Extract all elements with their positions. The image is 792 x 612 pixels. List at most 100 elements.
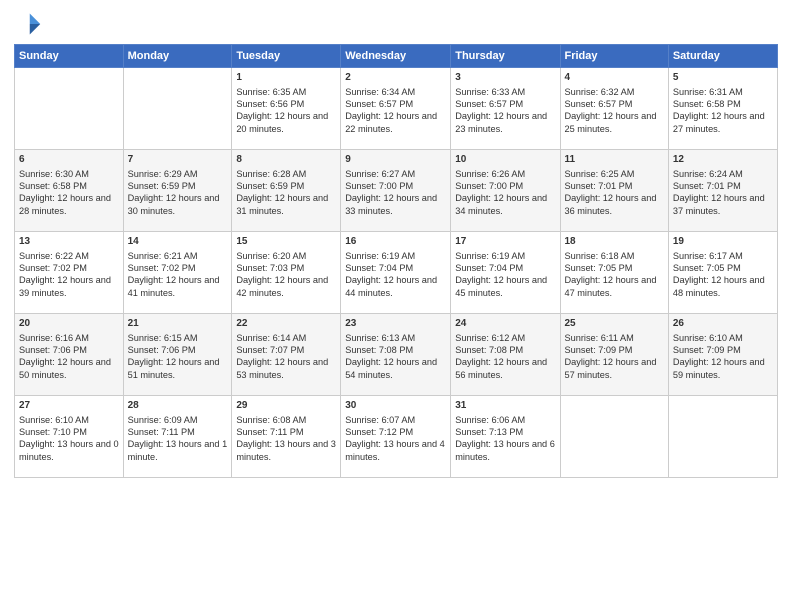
day-info: Sunrise: 6:30 AM Sunset: 6:58 PM Dayligh… bbox=[19, 169, 111, 216]
calendar-cell: 7 Sunrise: 6:29 AM Sunset: 6:59 PM Daylig… bbox=[123, 150, 232, 232]
week-row-3: 13 Sunrise: 6:22 AM Sunset: 7:02 PM Dayli… bbox=[15, 232, 778, 314]
calendar-cell: 4 Sunrise: 6:32 AM Sunset: 6:57 PM Daylig… bbox=[560, 68, 668, 150]
calendar-cell: 27Sunrise: 6:10 AM Sunset: 7:10 PM Dayli… bbox=[15, 396, 124, 478]
week-row-1: 1Sunrise: 6:35 AM Sunset: 6:56 PM Daylig… bbox=[15, 68, 778, 150]
day-info: Sunrise: 6:18 AM Sunset: 7:05 PM Dayligh… bbox=[565, 251, 657, 298]
day-info: Sunrise: 6:22 AM Sunset: 7:02 PM Dayligh… bbox=[19, 251, 111, 298]
day-number: 30 bbox=[345, 399, 446, 413]
day-number: 15 bbox=[236, 235, 336, 249]
day-info: Sunrise: 6:28 AM Sunset: 6:59 PM Dayligh… bbox=[236, 169, 328, 216]
calendar-cell: 13 Sunrise: 6:22 AM Sunset: 7:02 PM Dayli… bbox=[15, 232, 124, 314]
day-info: Sunrise: 6:16 AM Sunset: 7:06 PM Dayligh… bbox=[19, 333, 111, 380]
calendar-cell bbox=[668, 396, 777, 478]
day-info: Sunrise: 6:27 AM Sunset: 7:00 PM Dayligh… bbox=[345, 169, 437, 216]
calendar-cell bbox=[123, 68, 232, 150]
day-info: Sunrise: 6:31 AM Sunset: 6:58 PM Dayligh… bbox=[673, 87, 765, 134]
day-info: Sunrise: 6:12 AM Sunset: 7:08 PM Dayligh… bbox=[455, 333, 547, 380]
day-number: 28 bbox=[128, 399, 228, 413]
calendar-cell: 28 Sunrise: 6:09 AM Sunset: 7:11 PM Dayli… bbox=[123, 396, 232, 478]
day-number: 9 bbox=[345, 153, 446, 167]
col-header-saturday: Saturday bbox=[668, 45, 777, 68]
calendar-cell: 19 Sunrise: 6:17 AM Sunset: 7:05 PM Dayli… bbox=[668, 232, 777, 314]
day-info: Sunrise: 6:09 AM Sunset: 7:11 PM Dayligh… bbox=[128, 415, 228, 462]
day-number: 13 bbox=[19, 235, 119, 249]
calendar-cell: 16 Sunrise: 6:19 AM Sunset: 7:04 PM Dayli… bbox=[341, 232, 451, 314]
day-info: Sunrise: 6:21 AM Sunset: 7:02 PM Dayligh… bbox=[128, 251, 220, 298]
col-header-wednesday: Wednesday bbox=[341, 45, 451, 68]
day-number: 16 bbox=[345, 235, 446, 249]
header-row: SundayMondayTuesdayWednesdayThursdayFrid… bbox=[15, 45, 778, 68]
day-info: Sunrise: 6:14 AM Sunset: 7:07 PM Dayligh… bbox=[236, 333, 328, 380]
day-number: 11 bbox=[565, 153, 664, 167]
day-info: Sunrise: 6:19 AM Sunset: 7:04 PM Dayligh… bbox=[345, 251, 437, 298]
day-info: Sunrise: 6:19 AM Sunset: 7:04 PM Dayligh… bbox=[455, 251, 547, 298]
day-number: 19 bbox=[673, 235, 773, 249]
week-row-5: 27Sunrise: 6:10 AM Sunset: 7:10 PM Dayli… bbox=[15, 396, 778, 478]
day-info: Sunrise: 6:10 AM Sunset: 7:09 PM Dayligh… bbox=[673, 333, 765, 380]
calendar-cell: 14 Sunrise: 6:21 AM Sunset: 7:02 PM Dayli… bbox=[123, 232, 232, 314]
calendar-cell: 11 Sunrise: 6:25 AM Sunset: 7:01 PM Dayli… bbox=[560, 150, 668, 232]
day-number: 7 bbox=[128, 153, 228, 167]
calendar-cell bbox=[560, 396, 668, 478]
day-number: 31 bbox=[455, 399, 555, 413]
day-number: 27 bbox=[19, 399, 119, 413]
col-header-tuesday: Tuesday bbox=[232, 45, 341, 68]
day-info: Sunrise: 6:26 AM Sunset: 7:00 PM Dayligh… bbox=[455, 169, 547, 216]
calendar-cell: 17 Sunrise: 6:19 AM Sunset: 7:04 PM Dayli… bbox=[451, 232, 560, 314]
day-number: 23 bbox=[345, 317, 446, 331]
logo bbox=[14, 10, 46, 38]
day-number: 20 bbox=[19, 317, 119, 331]
day-info: Sunrise: 6:25 AM Sunset: 7:01 PM Dayligh… bbox=[565, 169, 657, 216]
day-info: Sunrise: 6:06 AM Sunset: 7:13 PM Dayligh… bbox=[455, 415, 555, 462]
day-info: Sunrise: 6:15 AM Sunset: 7:06 PM Dayligh… bbox=[128, 333, 220, 380]
calendar-cell: 22 Sunrise: 6:14 AM Sunset: 7:07 PM Dayli… bbox=[232, 314, 341, 396]
calendar-cell: 9 Sunrise: 6:27 AM Sunset: 7:00 PM Daylig… bbox=[341, 150, 451, 232]
day-number: 4 bbox=[565, 71, 664, 85]
day-info: Sunrise: 6:32 AM Sunset: 6:57 PM Dayligh… bbox=[565, 87, 657, 134]
calendar-cell: 1Sunrise: 6:35 AM Sunset: 6:56 PM Daylig… bbox=[232, 68, 341, 150]
day-info: Sunrise: 6:07 AM Sunset: 7:12 PM Dayligh… bbox=[345, 415, 445, 462]
calendar-cell: 29 Sunrise: 6:08 AM Sunset: 7:11 PM Dayli… bbox=[232, 396, 341, 478]
day-number: 1 bbox=[236, 71, 336, 85]
day-info: Sunrise: 6:20 AM Sunset: 7:03 PM Dayligh… bbox=[236, 251, 328, 298]
col-header-friday: Friday bbox=[560, 45, 668, 68]
calendar-cell: 12Sunrise: 6:24 AM Sunset: 7:01 PM Dayli… bbox=[668, 150, 777, 232]
day-info: Sunrise: 6:33 AM Sunset: 6:57 PM Dayligh… bbox=[455, 87, 547, 134]
calendar-cell: 26 Sunrise: 6:10 AM Sunset: 7:09 PM Dayli… bbox=[668, 314, 777, 396]
calendar-cell: 2 Sunrise: 6:34 AM Sunset: 6:57 PM Daylig… bbox=[341, 68, 451, 150]
calendar-cell: 3 Sunrise: 6:33 AM Sunset: 6:57 PM Daylig… bbox=[451, 68, 560, 150]
calendar-cell: 21 Sunrise: 6:15 AM Sunset: 7:06 PM Dayli… bbox=[123, 314, 232, 396]
day-number: 24 bbox=[455, 317, 555, 331]
day-number: 3 bbox=[455, 71, 555, 85]
calendar-cell bbox=[15, 68, 124, 150]
week-row-4: 20 Sunrise: 6:16 AM Sunset: 7:06 PM Dayli… bbox=[15, 314, 778, 396]
calendar-cell: 25Sunrise: 6:11 AM Sunset: 7:09 PM Dayli… bbox=[560, 314, 668, 396]
day-info: Sunrise: 6:29 AM Sunset: 6:59 PM Dayligh… bbox=[128, 169, 220, 216]
day-number: 22 bbox=[236, 317, 336, 331]
day-info: Sunrise: 6:17 AM Sunset: 7:05 PM Dayligh… bbox=[673, 251, 765, 298]
day-number: 17 bbox=[455, 235, 555, 249]
col-header-thursday: Thursday bbox=[451, 45, 560, 68]
calendar-cell: 8 Sunrise: 6:28 AM Sunset: 6:59 PM Daylig… bbox=[232, 150, 341, 232]
day-info: Sunrise: 6:34 AM Sunset: 6:57 PM Dayligh… bbox=[345, 87, 437, 134]
calendar-cell: 20 Sunrise: 6:16 AM Sunset: 7:06 PM Dayli… bbox=[15, 314, 124, 396]
calendar-cell: 24 Sunrise: 6:12 AM Sunset: 7:08 PM Dayli… bbox=[451, 314, 560, 396]
calendar-cell: 30 Sunrise: 6:07 AM Sunset: 7:12 PM Dayli… bbox=[341, 396, 451, 478]
day-info: Sunrise: 6:11 AM Sunset: 7:09 PM Dayligh… bbox=[565, 333, 657, 380]
day-number: 14 bbox=[128, 235, 228, 249]
day-number: 26 bbox=[673, 317, 773, 331]
calendar-cell: 10Sunrise: 6:26 AM Sunset: 7:00 PM Dayli… bbox=[451, 150, 560, 232]
calendar-cell: 18Sunrise: 6:18 AM Sunset: 7:05 PM Dayli… bbox=[560, 232, 668, 314]
calendar-table: SundayMondayTuesdayWednesdayThursdayFrid… bbox=[14, 44, 778, 478]
logo-icon bbox=[14, 10, 42, 38]
day-number: 29 bbox=[236, 399, 336, 413]
day-number: 8 bbox=[236, 153, 336, 167]
header bbox=[14, 10, 778, 38]
calendar-cell: 5Sunrise: 6:31 AM Sunset: 6:58 PM Daylig… bbox=[668, 68, 777, 150]
col-header-sunday: Sunday bbox=[15, 45, 124, 68]
calendar-cell: 15 Sunrise: 6:20 AM Sunset: 7:03 PM Dayli… bbox=[232, 232, 341, 314]
calendar-cell: 6Sunrise: 6:30 AM Sunset: 6:58 PM Daylig… bbox=[15, 150, 124, 232]
day-number: 21 bbox=[128, 317, 228, 331]
day-number: 2 bbox=[345, 71, 446, 85]
day-info: Sunrise: 6:08 AM Sunset: 7:11 PM Dayligh… bbox=[236, 415, 336, 462]
